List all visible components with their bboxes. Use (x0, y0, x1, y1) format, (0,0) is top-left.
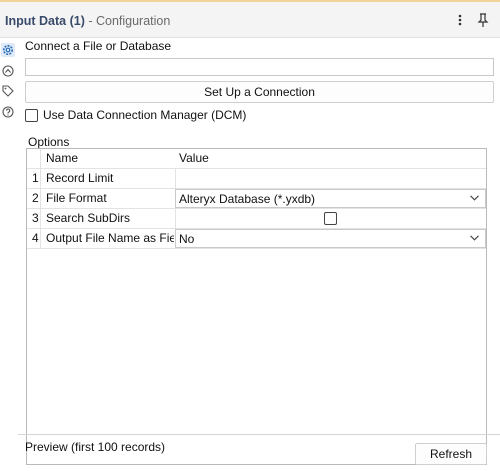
search-subdirs-cell (175, 209, 486, 228)
panel-subtitle: - Configuration (84, 14, 171, 28)
row-number: 2 (32, 191, 39, 205)
tag-icon[interactable] (1, 84, 15, 98)
panel-title: Input Data (1) - Configuration (5, 14, 170, 28)
table-row: 3 Search SubDirs (27, 209, 486, 229)
option-name: Output File Name as Field (46, 231, 174, 245)
file-format-select[interactable]: Alteryx Database (*.yxdb) (175, 189, 486, 208)
gear-icon[interactable] (1, 43, 15, 57)
config-content: Connect a File or Database Set Up a Conn… (18, 39, 500, 471)
output-filename-value: No (179, 232, 195, 246)
options-header-row: Name Value (27, 149, 486, 169)
panel-title-text: Input Data (1) (5, 14, 85, 28)
annotation-icon[interactable] (1, 64, 15, 78)
connection-path-input[interactable] (25, 58, 494, 76)
options-label: Options (28, 135, 70, 149)
chevron-down-icon (470, 195, 479, 201)
row-number: 3 (32, 211, 39, 225)
options-grid: Name Value 1 Record Limit 2 File Format … (26, 148, 487, 465)
column-header-value: Value (179, 151, 209, 165)
dcm-checkbox[interactable] (25, 109, 38, 122)
refresh-button[interactable]: Refresh (415, 443, 487, 465)
table-row: 4 Output File Name as Field No (27, 229, 486, 249)
record-limit-input[interactable] (175, 169, 486, 188)
row-number: 4 (32, 231, 39, 245)
search-subdirs-checkbox[interactable] (324, 212, 337, 225)
file-format-value: Alteryx Database (*.yxdb) (179, 192, 316, 206)
preview-label: Preview (first 100 records) (25, 440, 166, 454)
row-number: 1 (32, 171, 39, 185)
table-row: 1 Record Limit (27, 169, 486, 189)
pin-icon[interactable] (476, 12, 490, 28)
help-icon[interactable] (1, 105, 15, 119)
dcm-label: Use Data Connection Manager (DCM) (43, 108, 247, 122)
option-name: File Format (46, 191, 107, 205)
panel-header: Input Data (1) - Configuration (0, 2, 500, 38)
option-name: Record Limit (46, 171, 114, 185)
column-header-name: Name (46, 151, 79, 165)
table-row: 2 File Format Alteryx Database (*.yxdb) (27, 189, 486, 209)
chevron-down-icon (470, 235, 479, 241)
preview-divider (18, 434, 500, 435)
setup-connection-button[interactable]: Set Up a Connection (25, 81, 494, 103)
config-sidebar (0, 39, 18, 471)
option-name: Search SubDirs (46, 211, 131, 225)
output-filename-select[interactable]: No (175, 229, 486, 248)
more-options-icon[interactable] (454, 12, 466, 28)
connect-label: Connect a File or Database (25, 39, 172, 53)
